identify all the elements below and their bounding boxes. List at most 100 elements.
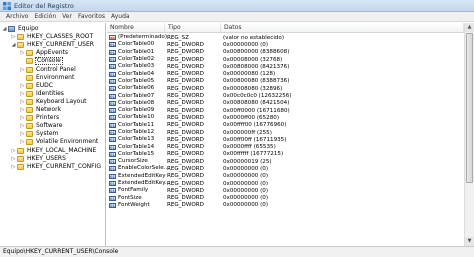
dword-value-icon: 01 <box>109 49 116 55</box>
scroll-up-arrow[interactable]: ▲ <box>465 23 474 32</box>
expander-icon[interactable]: ▷ <box>20 122 25 130</box>
value-name: ExtendedEditKey <box>118 172 166 179</box>
dword-value-icon: 01 <box>109 144 116 150</box>
tree-node[interactable]: ▷ HKEY_CLASSES_ROOT <box>11 33 94 41</box>
folder-icon <box>17 147 24 154</box>
expander-icon[interactable]: ▷ <box>20 130 25 138</box>
value-type: REG_DWORD <box>167 107 204 114</box>
tree-node[interactable]: ▷ Software <box>20 122 63 130</box>
dword-value-icon: 01 <box>109 64 116 70</box>
tree-node[interactable]: ▷ Identities <box>20 90 65 98</box>
tree-node-label: AppEvents <box>36 49 69 57</box>
tree-node[interactable]: Console <box>20 57 63 66</box>
value-data: 0x00000000 (0) <box>223 195 269 202</box>
value-name-cell: 01 ColorTable11 <box>107 122 165 129</box>
tree-node-label: HKEY_USERS <box>27 154 66 162</box>
value-name-cell: 01 ColorTable13 <box>107 136 165 143</box>
value-name: (Predeterminado) <box>118 34 168 41</box>
value-name: ExtendedEditKey... <box>118 180 171 187</box>
dword-value-icon: 01 <box>109 173 116 179</box>
expander-icon[interactable]: ▷ <box>11 33 16 41</box>
expander-icon[interactable]: ▷ <box>20 106 25 114</box>
value-type: REG_DWORD <box>167 202 204 209</box>
dword-value-icon: 01 <box>109 195 116 201</box>
tree-node-label: Console <box>35 57 63 66</box>
value-name: ColorTable12 <box>118 129 155 135</box>
expander-icon[interactable]: ▷ <box>20 98 25 106</box>
folder-icon <box>26 66 33 73</box>
expander-icon[interactable]: ▷ <box>20 49 25 57</box>
column-type-header[interactable]: Tipo <box>165 23 221 32</box>
value-name-cell: 01 ColorTable14 <box>107 144 165 151</box>
expander-icon[interactable]: ▷ <box>20 138 25 146</box>
value-name-cell: 01 ColorTable00 <box>107 41 165 48</box>
registry-tree[interactable]: ◢ Equipo ▷ HKEY_CLASSES_ROOT ◢ HKEY_CURRENT_U… <box>0 23 106 246</box>
folder-icon <box>17 163 24 170</box>
scroll-thumb[interactable] <box>466 33 473 183</box>
menu-ayuda[interactable]: Ayuda <box>108 12 133 21</box>
expander-icon[interactable]: ▷ <box>11 147 16 155</box>
value-name: ColorTable02 <box>118 56 155 63</box>
value-type: REG_DWORD <box>167 158 204 165</box>
menu-favoritos[interactable]: Favoritos <box>75 12 108 21</box>
tree-node[interactable]: ▷ HKEY_LOCAL_MACHINE <box>11 147 97 155</box>
expander-icon[interactable]: ▷ <box>11 163 16 171</box>
dword-value-icon: 01 <box>109 159 116 165</box>
tree-node[interactable]: ▷ EUDC <box>20 82 54 90</box>
window-title: Editor del Registro <box>14 2 74 10</box>
dword-value-icon: 01 <box>109 166 116 172</box>
tree-node[interactable]: ▷ Printers <box>20 114 60 122</box>
tree-node[interactable]: ▷ HKEY_CURRENT_CONFIG <box>11 163 102 171</box>
vertical-scrollbar[interactable]: ▲ ▼ <box>464 23 474 246</box>
expander-icon[interactable]: ▷ <box>20 82 25 90</box>
values-list[interactable]: Nombre Tipo Datos ab (Predeterminado) REG_… <box>107 23 464 246</box>
expander-icon[interactable]: ▷ <box>20 90 25 98</box>
menu-ver[interactable]: Ver <box>59 12 75 21</box>
dword-value-icon: 01 <box>109 100 116 106</box>
value-name: ColorTable06 <box>118 85 155 92</box>
column-data-header[interactable]: Datos <box>221 23 464 32</box>
value-name-cell: 01 ColorTable02 <box>107 56 165 63</box>
value-data-cell: 0x00000000 (0) <box>221 201 464 209</box>
value-name: ColorTable13 <box>118 136 155 143</box>
tree-node[interactable]: ◢ HKEY_CURRENT_USER <box>11 41 95 49</box>
scroll-down-arrow[interactable]: ▼ <box>465 237 474 246</box>
tree-node[interactable]: ▷ HKEY_USERS <box>11 155 67 163</box>
tree-node-label: Equipo <box>18 25 39 32</box>
menu-archivo[interactable]: Archivo <box>3 12 31 21</box>
menu-edicion[interactable]: Edición <box>31 12 59 21</box>
expander-icon[interactable]: ◢ <box>11 41 16 49</box>
tree-node[interactable]: ▷ AppEvents <box>20 49 69 57</box>
value-data: 0x00008080 (32896) <box>223 85 283 92</box>
tree-node[interactable]: ▷ System <box>20 130 59 138</box>
value-data: 0x00000019 (25) <box>223 158 272 165</box>
tree-node[interactable]: ▷ Volatile Environment <box>20 138 99 146</box>
expander-icon[interactable]: ▷ <box>20 114 25 122</box>
tree-node[interactable]: ▷ Control Panel <box>20 66 77 74</box>
value-name: FontSize <box>118 194 142 201</box>
value-data: 0x00800000 (8388608) <box>223 49 290 56</box>
value-name: ColorTable04 <box>118 70 155 77</box>
value-type: REG_DWORD <box>167 151 204 158</box>
value-type: REG_DWORD <box>167 173 204 180</box>
value-name-cell: 01 ExtendedEditKey... <box>107 180 170 187</box>
expander-icon[interactable]: ▷ <box>20 66 25 74</box>
value-type: REG_DWORD <box>167 136 204 143</box>
folder-icon <box>26 98 33 105</box>
value-name-cell: ab (Predeterminado) <box>107 34 168 41</box>
tree-node[interactable]: ▷ Network <box>20 106 62 114</box>
tree-node[interactable]: ▷ Keyboard Layout <box>20 98 88 106</box>
tree-node-label: Identities <box>36 89 64 97</box>
value-type: REG_DWORD <box>167 100 204 107</box>
column-name-header[interactable]: Nombre <box>107 23 165 32</box>
value-name-cell: 01 ColorTable08 <box>107 100 165 107</box>
tree-node[interactable]: Environment <box>20 74 75 82</box>
value-name: ColorTable11 <box>118 121 155 128</box>
tree-node[interactable]: ◢ Equipo <box>2 25 40 33</box>
expander-icon[interactable]: ▷ <box>11 155 16 163</box>
expander-icon[interactable]: ◢ <box>2 25 7 33</box>
folder-icon <box>26 82 33 89</box>
table-row[interactable]: 01 FontWeight REG_DWORD 0x00000000 (0) <box>107 202 464 209</box>
value-data: 0x00000000 (0) <box>223 173 269 180</box>
tree-node-label: HKEY_LOCAL_MACHINE <box>27 146 97 154</box>
